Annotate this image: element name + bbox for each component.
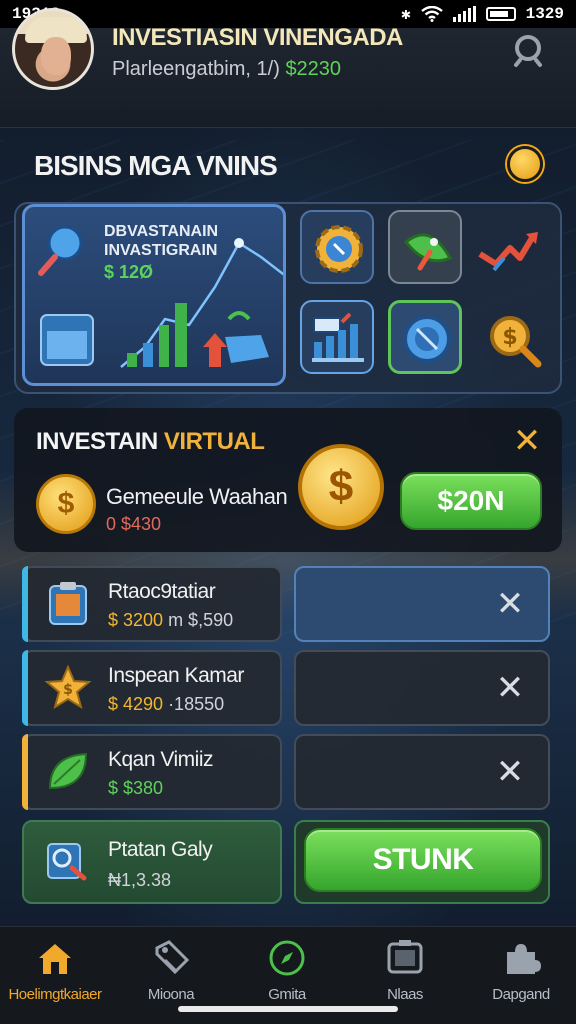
bar-chart-icon (312, 312, 364, 362)
battery-icon (485, 7, 516, 21)
gear-tile[interactable] (300, 210, 374, 284)
avatar-face (41, 37, 71, 75)
calendar-icon (40, 314, 94, 366)
row-value: ₦1,3.38 (108, 870, 172, 890)
search-doc-icon (47, 843, 87, 881)
investain-title: INVESTAIN VIRTUAL (36, 428, 265, 456)
big-coin-icon: $ (298, 444, 384, 530)
row-value: $ 3200 m $,590 (108, 610, 233, 631)
header-balance: $2230 (285, 58, 342, 80)
nav-item-tag[interactable]: Mioona (116, 932, 226, 1012)
puzzle-icon (507, 944, 541, 974)
bar-chart-tile[interactable] (300, 300, 374, 374)
close-icon[interactable]: ✕ (510, 424, 544, 458)
row-action-slot[interactable]: ✕ (294, 734, 550, 810)
buy-button[interactable]: $20N (400, 472, 542, 530)
avatar[interactable] (12, 8, 94, 90)
dashboard-label: DBVASTANAIN INVASTIGRAIN (104, 223, 219, 259)
investain-title-main: INVESTAIN (36, 428, 164, 455)
row-value: $ $380 (108, 778, 163, 799)
gear-icon (315, 225, 363, 273)
header-subtitle: Plarleengatbim, 1/) $2230 (112, 58, 341, 81)
home-icon (39, 944, 71, 974)
nav-item-screen[interactable]: Nlaas (350, 932, 460, 1012)
row-action-slot[interactable]: ✕ (294, 650, 550, 726)
star-coin-icon: $ (44, 664, 92, 710)
pin-icon (38, 225, 83, 276)
globe-icon (403, 315, 451, 363)
nav-label: Dapgand (492, 986, 550, 1003)
row-value-rest: ·18550 (163, 694, 225, 714)
row-value-gold: $ 4290 (108, 694, 164, 714)
row-action-slot[interactable]: ✕ (294, 566, 550, 642)
compass-icon (269, 940, 305, 976)
bluetooth-icon: ✱ (400, 6, 411, 24)
screen-icon (387, 940, 423, 974)
nav-item-compass[interactable]: Gmita (232, 932, 342, 1012)
close-icon[interactable]: ✕ (492, 586, 528, 622)
stunk-button[interactable]: STUNK (304, 828, 542, 892)
nav-label: Mioona (147, 986, 195, 1003)
rocket-tile[interactable] (388, 210, 462, 284)
list-item[interactable]: Kqan Vimiiz $ $380 (22, 734, 282, 810)
investain-title-accent: VIRTUAL (163, 428, 265, 455)
search-icon[interactable] (508, 30, 548, 70)
nav-item-puzzle[interactable]: Dapgand (466, 932, 576, 1012)
calculator-icon (49, 582, 87, 625)
row-value-rest: m $,590 (163, 610, 234, 630)
nav-label: Hoelimgtkaiaer (8, 986, 102, 1003)
coin-icon: $ (36, 474, 96, 534)
list-item[interactable]: $ Inspean Kamar $ 4290 ·18550 (22, 650, 282, 726)
header-title: INVESTIASIN VINENGADA (112, 24, 403, 51)
header-subtitle-text: Plarleengatbim, 1/) (112, 58, 280, 80)
globe-tile[interactable] (388, 300, 462, 374)
section-title: BISINS MGA VNINS (34, 150, 278, 181)
row-value: $ 4290 ·18550 (108, 694, 224, 715)
row-accent-bar (22, 566, 28, 642)
svg-text:$: $ (502, 325, 517, 350)
list-item[interactable]: Rtaoc9tatiar $ 3200 m $,590 (22, 566, 282, 642)
home-indicator[interactable] (178, 1006, 398, 1012)
row-value-green: $ $380 (108, 778, 164, 798)
row-name: Kqan Vimiiz (108, 748, 214, 771)
dashboard-amount: $ 12Ø (104, 262, 154, 282)
leaf-icon (48, 752, 88, 790)
status-icons: ✱ 1329 (401, 4, 564, 24)
signal-icon (452, 6, 476, 22)
nav-label: Nlaas (387, 986, 423, 1003)
investain-item-name: Gemeeule Waahan (106, 484, 288, 509)
svg-text:$: $ (63, 682, 73, 698)
investain-item-value: 0 $430 (106, 514, 162, 534)
row-name: Inspean Kamar (108, 664, 244, 687)
row-name: Ptatan Galy (108, 838, 213, 861)
rocket-icon (403, 233, 453, 271)
row-accent-bar (22, 650, 28, 726)
row-accent-bar (22, 734, 28, 810)
row-value-gold: $ 3200 (108, 610, 164, 630)
tag-icon (155, 940, 190, 975)
close-icon[interactable]: ✕ (492, 670, 528, 706)
arrow-chart-icon[interactable] (474, 214, 548, 288)
nav-label: Gmita (268, 986, 306, 1003)
wifi-icon (420, 6, 443, 22)
magnifier-coin-icon[interactable]: $ (478, 304, 552, 378)
list-item[interactable]: Ptatan Galy ₦1,3.38 (22, 820, 282, 904)
chat-coin-icon[interactable] (507, 146, 543, 182)
row-name: Rtaoc9tatiar (108, 580, 216, 603)
status-clock: 1329 (525, 5, 564, 23)
nav-item-home[interactable]: Hoelimgtkaiaer (0, 932, 110, 1012)
close-icon[interactable]: ✕ (492, 754, 528, 790)
